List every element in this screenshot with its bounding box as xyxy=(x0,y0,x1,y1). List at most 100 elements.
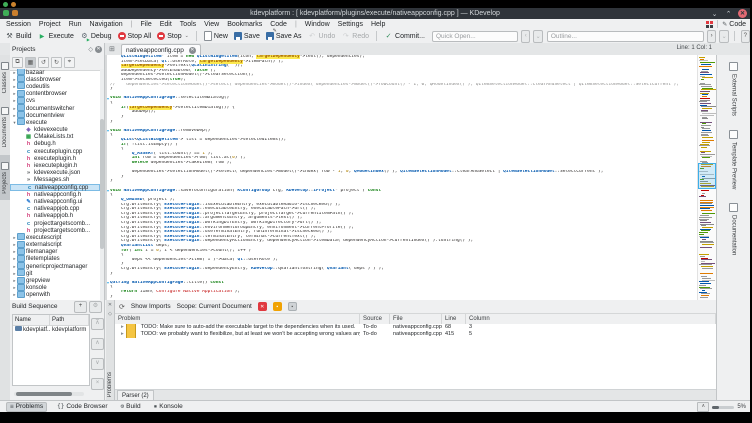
fold-arrow-icon[interactable]: ▾ xyxy=(107,281,109,285)
quick-open-input[interactable] xyxy=(431,30,518,42)
expand-progress-button[interactable]: ∧ xyxy=(697,402,710,412)
tree-item[interactable]: c executeplugin.cpp xyxy=(10,148,100,155)
stop-button[interactable]: Stop ⌄ xyxy=(155,30,191,42)
tree-item[interactable]: ▦ CMakeLists.txt xyxy=(10,134,100,141)
remove-button[interactable]: × xyxy=(91,378,104,390)
hint-filter-button[interactable]: ▪ xyxy=(287,302,297,311)
code-editor[interactable]: QListWidgetItem* item = new QListWidgetI… xyxy=(107,55,698,300)
tree-item[interactable]: h nativeappconfig.h xyxy=(10,191,100,198)
menu-file[interactable]: File xyxy=(140,21,151,28)
menu-window[interactable]: Window xyxy=(305,21,330,28)
menu-tools[interactable]: Tools xyxy=(180,21,196,28)
help-button[interactable]: ? xyxy=(740,29,751,43)
right-dock-tab-documentation[interactable]: Documentation xyxy=(717,196,750,262)
problem-row[interactable]: ▸ TODO: Make sure to auto-add the executa… xyxy=(115,324,716,331)
locate-icon[interactable]: ⌖ xyxy=(64,57,75,68)
close-panel-icon[interactable]: ✕ xyxy=(95,45,102,53)
refresh-icon[interactable]: ⟳ xyxy=(119,303,125,311)
commit-button[interactable]: Commit... xyxy=(382,30,427,42)
fold-arrow-icon[interactable]: ▾ xyxy=(107,188,109,193)
code-line[interactable]: } xyxy=(110,295,698,300)
tree-item[interactable]: ✎ nativeappconfig.ui xyxy=(10,198,100,205)
close-tab-icon[interactable]: ✕ xyxy=(188,46,196,54)
show-targets-icon[interactable]: ▦ xyxy=(25,57,36,68)
parser-tab[interactable]: Parser (2) xyxy=(117,390,154,400)
tree-item[interactable]: ▸ openwith xyxy=(10,290,100,299)
desktop-tray-icon[interactable] xyxy=(11,2,16,7)
area-switcher-button[interactable]: ✎ Code xyxy=(722,21,746,28)
code-line[interactable]: // dependencies->selectionModel()->selec… xyxy=(110,83,698,88)
reload-icon[interactable]: ↺ xyxy=(38,57,49,68)
prev-item-button[interactable]: ‹ xyxy=(520,29,531,43)
float-panel-icon[interactable]: ◇ xyxy=(88,46,93,53)
problem-row[interactable]: ▸ TODO: we probably want to flexibilize, … xyxy=(115,331,716,338)
move-down-button[interactable]: ∨ xyxy=(91,358,104,370)
desktop-tray-icon[interactable] xyxy=(3,2,8,7)
problems-panel-tab[interactable]: Problems xyxy=(107,372,113,397)
minimap-scrollbar[interactable] xyxy=(697,55,716,300)
next-item-button[interactable]: ⌄ xyxy=(533,29,543,43)
warning-filter-button[interactable]: ▪ xyxy=(272,302,282,311)
minimize-icon[interactable]: ⌄ xyxy=(710,9,719,18)
right-dock-tab-template-preview[interactable]: Template Preview xyxy=(717,123,750,196)
move-top-button[interactable]: ⊼ xyxy=(91,318,104,330)
menu-settings[interactable]: Settings xyxy=(338,21,363,28)
locate-document-icon[interactable]: ⧉ xyxy=(12,57,23,68)
close-icon[interactable]: ✕ xyxy=(738,9,747,18)
document-switcher-icon[interactable]: ⊞ xyxy=(109,45,115,53)
expander-icon[interactable]: ▸ xyxy=(118,324,124,331)
tree-item[interactable]: h debug.h xyxy=(10,141,100,148)
tree-item[interactable]: » kdevexecute.json xyxy=(10,170,100,177)
save-as-button[interactable]: Save As xyxy=(264,28,304,42)
document-tab[interactable]: nativeappconfig.cpp ✕ xyxy=(121,44,201,55)
expander-icon[interactable]: ▸ xyxy=(118,331,124,338)
tree-item[interactable]: h executeplugin.h xyxy=(10,155,100,162)
tree-item[interactable]: c projecttargetscomb... xyxy=(10,220,100,227)
statusbar-button-konsole[interactable]: ▪ Konsole xyxy=(151,402,186,412)
menu-project[interactable]: Project xyxy=(39,21,61,28)
tree-item[interactable]: ▾ execute xyxy=(10,118,100,126)
tree-item[interactable]: ◈ kdevexecute xyxy=(10,127,100,134)
area-grid-icon[interactable] xyxy=(706,20,714,28)
menu-session[interactable]: Session xyxy=(6,21,31,28)
move-up-button[interactable]: ∧ xyxy=(91,338,104,350)
panel-close-icon[interactable]: ✕ xyxy=(107,302,114,309)
menu-navigation[interactable]: Navigation xyxy=(90,21,123,28)
new-button[interactable]: New xyxy=(202,30,230,42)
statusbar-button-problems[interactable]: ≡ Problems xyxy=(6,401,48,412)
titlebar[interactable]: kdevplatform : [ kdevplatform/plugins/ex… xyxy=(0,8,750,19)
statusbar-button-code-browser[interactable]: {} Code Browser xyxy=(54,402,110,412)
tree-item[interactable]: c nativeappjob.cpp xyxy=(10,206,100,213)
tree-item[interactable]: h iexecuteplugin.h xyxy=(10,162,100,169)
maximize-icon[interactable]: ⌃ xyxy=(724,9,733,18)
outline-input[interactable] xyxy=(546,30,704,42)
hscrollbar[interactable] xyxy=(14,392,84,396)
show-imports-button[interactable]: Show Imports xyxy=(131,303,171,310)
redo-button[interactable]: Redo xyxy=(339,30,371,42)
debug-button[interactable]: Debug xyxy=(78,30,114,42)
tree-item[interactable]: » Messages.sh xyxy=(10,177,100,184)
scope-dropdown[interactable]: Scope: Current Document xyxy=(177,303,252,310)
menu-run[interactable]: Run xyxy=(69,21,82,28)
sync-icon[interactable]: ↻ xyxy=(51,57,62,68)
error-filter-button[interactable]: ✕ xyxy=(257,302,267,311)
dropdown-button[interactable]: ⌄ xyxy=(719,29,729,43)
minimap-viewport[interactable] xyxy=(698,163,716,189)
menu-view[interactable]: View xyxy=(204,21,219,28)
build-sequence-settings-button[interactable]: ⚙ xyxy=(89,300,102,313)
right-dock-tab-external-scripts[interactable]: External Scripts xyxy=(717,55,750,123)
menu-bookmarks[interactable]: Bookmarks xyxy=(227,21,262,28)
stop-all-button[interactable]: Stop All xyxy=(116,30,154,42)
panel-float-icon[interactable]: ◇ xyxy=(107,311,114,318)
menu-edit[interactable]: Edit xyxy=(160,21,172,28)
add-to-build-sequence-button[interactable]: + xyxy=(74,300,87,313)
build-button[interactable]: Build xyxy=(3,30,34,42)
menu-help[interactable]: Help xyxy=(371,21,385,28)
tree-scrollbar[interactable] xyxy=(100,69,104,300)
statusbar-button-build[interactable]: ⚙ Build xyxy=(118,402,144,412)
jump-button[interactable]: › xyxy=(706,29,717,43)
build-sequence-row[interactable]: kdevplatf... kdevplatform xyxy=(13,326,89,335)
execute-button[interactable]: Execute xyxy=(36,30,76,42)
save-button[interactable]: Save xyxy=(232,30,262,42)
menu-code[interactable]: Code xyxy=(270,21,287,28)
